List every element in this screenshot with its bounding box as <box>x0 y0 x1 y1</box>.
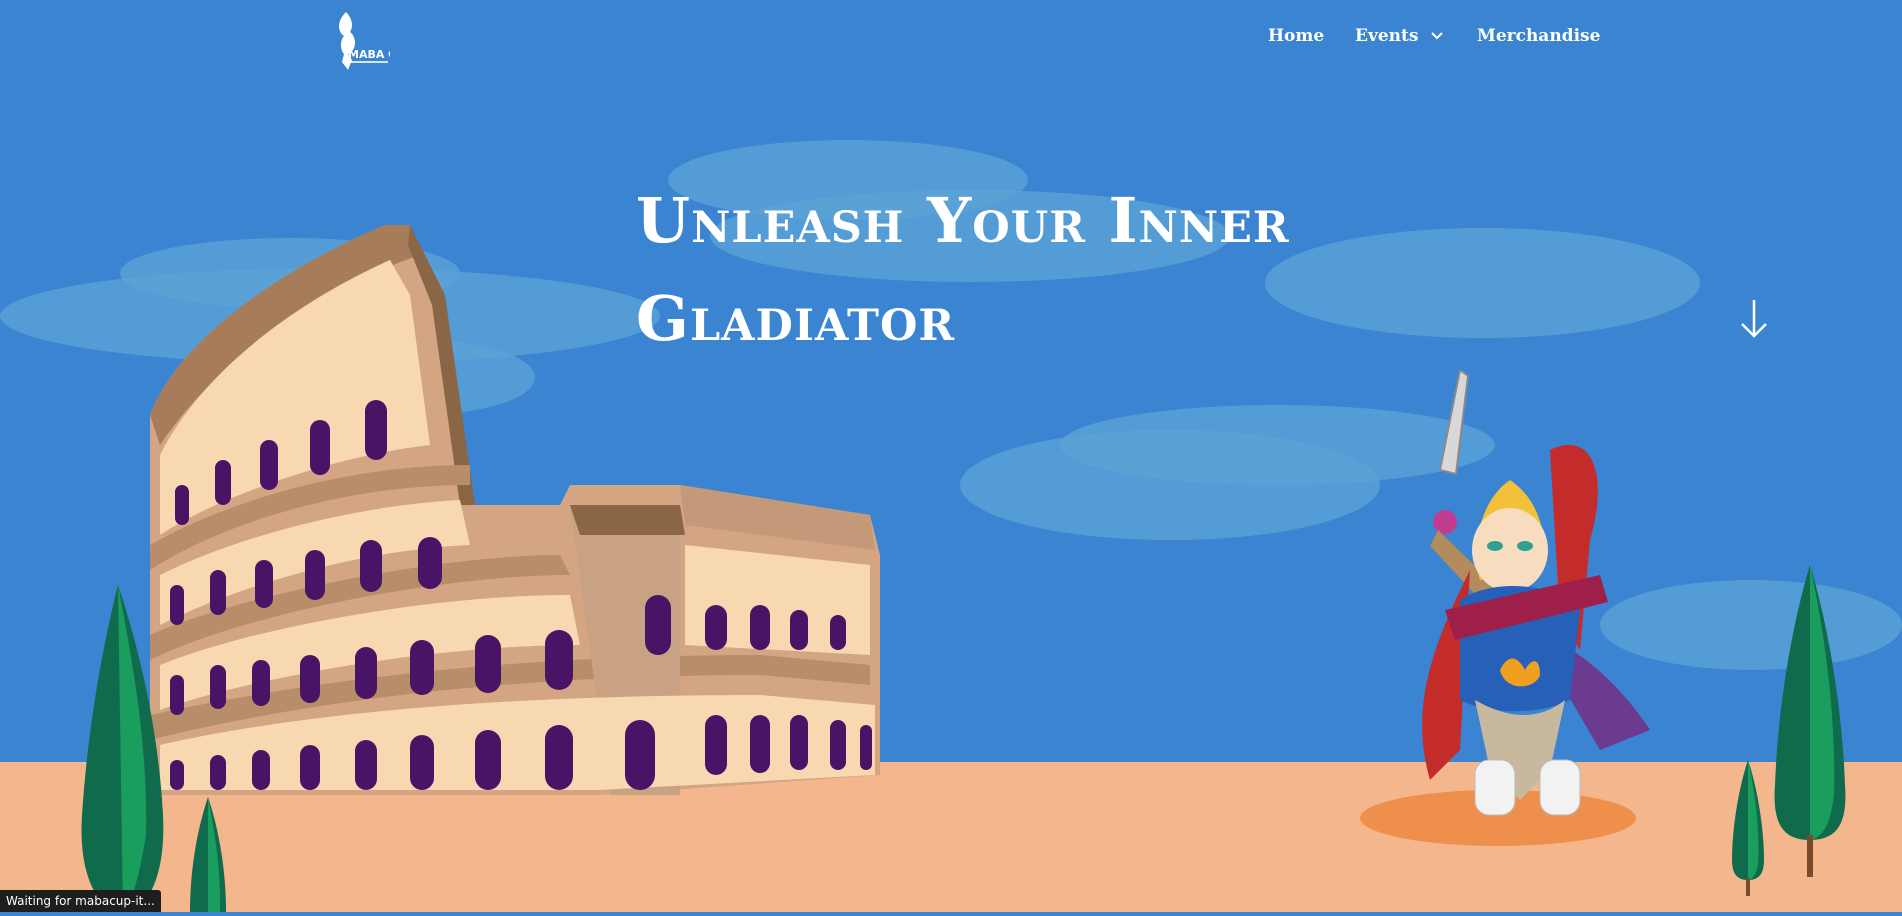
cypress-tree <box>188 797 228 916</box>
nav-merchandise[interactable]: Merchandise <box>1477 26 1600 46</box>
logo-text: MABA CUP <box>348 48 390 61</box>
logo[interactable]: MABA CUP <box>318 10 413 72</box>
cypress-tree <box>1770 565 1850 881</box>
scroll-down-button[interactable] <box>1738 298 1770 340</box>
nav-home-label: Home <box>1268 26 1325 46</box>
cypress-tree <box>78 585 168 916</box>
chevron-down-icon <box>1431 32 1444 40</box>
nav-merchandise-label: Merchandise <box>1477 26 1601 46</box>
nav-events-label: Events <box>1355 26 1419 46</box>
maba-cup-logo-icon: MABA CUP <box>339 12 413 70</box>
colosseum-illustration <box>140 215 1030 809</box>
browser-status-bar: Waiting for mabacup-it... <box>0 890 161 912</box>
cypress-tree <box>1730 760 1766 900</box>
status-text: Waiting for mabacup-it... <box>6 894 155 908</box>
gladiator-character-illustration <box>1350 368 1670 854</box>
nav-events[interactable]: Events <box>1355 26 1444 46</box>
nav-home[interactable]: Home <box>1268 26 1324 46</box>
arrow-down-icon <box>1741 300 1767 338</box>
